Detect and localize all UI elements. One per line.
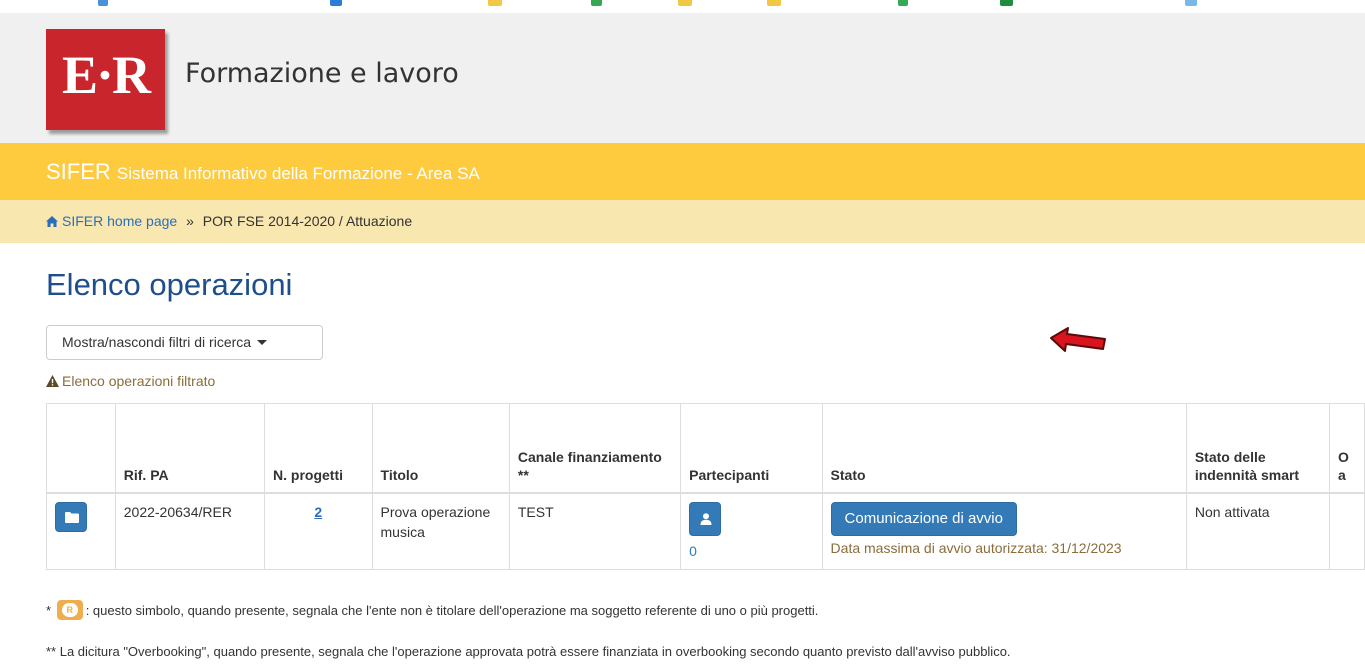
- cell-canale: TEST: [508, 492, 682, 570]
- participants-count: 0: [689, 542, 697, 559]
- cell-extra: [1329, 492, 1365, 570]
- app-name: SIFER: [46, 159, 111, 184]
- table-header-row: Rif. PA N. progetti Titolo Canale finanz…: [46, 403, 1365, 494]
- referente-badge-letter: R: [61, 603, 78, 617]
- toggle-filters-button[interactable]: Mostra/nascondi filtri di ricerca: [46, 325, 323, 360]
- footnote-referente-text: : questo simbolo, quando presente, segna…: [85, 603, 819, 618]
- participants-button[interactable]: [689, 501, 722, 536]
- bookmark-item[interactable]: [898, 0, 908, 6]
- bookmarks-bar: [0, 0, 1365, 13]
- column-header-stato[interactable]: Stato: [821, 403, 1187, 494]
- bookmark-item[interactable]: [488, 0, 502, 6]
- filtered-list-text: Elenco operazioni filtrato: [62, 373, 216, 389]
- operations-table: Rif. PA N. progetti Titolo Canale finanz…: [46, 403, 1365, 570]
- column-header-rif-pa[interactable]: Rif. PA: [114, 403, 266, 494]
- breadcrumb-separator: »: [186, 213, 194, 229]
- max-start-date-note: Data massima di avvio autorizzata: 31/12…: [830, 539, 1122, 556]
- table-row: 2022-20634/RER 2 Prova operazione musica…: [46, 492, 1365, 570]
- column-header-partecipanti[interactable]: Partecipanti: [680, 403, 823, 494]
- breadcrumb-home-label: SIFER home page: [62, 213, 178, 229]
- bookmark-item[interactable]: [678, 0, 692, 6]
- column-header-stato-indennita[interactable]: Stato delle indennità smart: [1185, 403, 1331, 494]
- breadcrumb-home-link[interactable]: SIFER home page: [46, 213, 181, 229]
- footnote-star: *: [46, 603, 52, 618]
- page-title: Elenco operazioni: [46, 267, 293, 302]
- footnote-referente: * R : questo simbolo, quando presente, se…: [46, 600, 818, 621]
- cell-titolo: Prova operazione musica: [371, 492, 510, 570]
- column-header-titolo[interactable]: Titolo: [371, 403, 510, 494]
- site-title: Formazione e lavoro: [185, 58, 459, 89]
- column-header-n-progetti[interactable]: N. progetti: [264, 403, 373, 494]
- cell-stato: Comunicazione di avvio Data massima di a…: [821, 492, 1187, 570]
- bookmark-item[interactable]: [98, 0, 108, 6]
- bookmark-item[interactable]: [1185, 0, 1197, 6]
- app-band: SIFER Sistema Informativo della Formazio…: [0, 143, 1365, 200]
- cell-n-progetti: 2: [264, 492, 373, 570]
- footnote-overbooking: ** La dicitura "Overbooking", quando pre…: [46, 644, 1011, 659]
- er-logo[interactable]: E·R: [46, 29, 165, 130]
- breadcrumb-current: POR FSE 2014-2020 / Attuazione: [202, 213, 413, 229]
- warning-icon: [46, 375, 59, 387]
- folder-icon: [65, 511, 79, 523]
- toggle-filters-label: Mostra/nascondi filtri di ricerca: [62, 334, 252, 350]
- bookmark-item[interactable]: [767, 0, 781, 6]
- column-header-extra: O a: [1329, 403, 1365, 494]
- home-icon: [46, 216, 58, 227]
- filtered-list-notice: Elenco operazioni filtrato: [46, 372, 215, 390]
- n-progetti-link[interactable]: 2: [273, 502, 364, 522]
- cell-stato-indennita: Non attivata: [1185, 492, 1331, 570]
- logo-text: E·R: [61, 45, 151, 105]
- comunicazione-avvio-button[interactable]: Comunicazione di avvio: [830, 501, 1017, 536]
- referente-badge-icon: R: [56, 600, 83, 620]
- breadcrumb: SIFER home page » POR FSE 2014-2020 / At…: [0, 200, 1365, 243]
- open-operation-button[interactable]: [55, 501, 87, 532]
- bookmark-item[interactable]: [330, 0, 342, 6]
- app-name-line: SIFER Sistema Informativo della Formazio…: [46, 160, 480, 186]
- red-arrow-icon: [1050, 327, 1106, 352]
- cell-rif-pa: 2022-20634/RER: [114, 492, 266, 570]
- column-header-canale[interactable]: Canale finanziamento **: [508, 403, 682, 494]
- column-header-actions: [46, 403, 116, 494]
- row-actions-cell: [46, 492, 116, 570]
- site-header: E·R Formazione e lavoro: [0, 13, 1365, 143]
- caret-down-icon: [257, 340, 268, 345]
- user-icon: [700, 512, 712, 525]
- cell-partecipanti: 0: [680, 492, 823, 570]
- bookmark-item[interactable]: [1000, 0, 1013, 6]
- app-description: Sistema Informativo della Formazione - A…: [116, 164, 480, 183]
- bookmark-item[interactable]: [591, 0, 602, 6]
